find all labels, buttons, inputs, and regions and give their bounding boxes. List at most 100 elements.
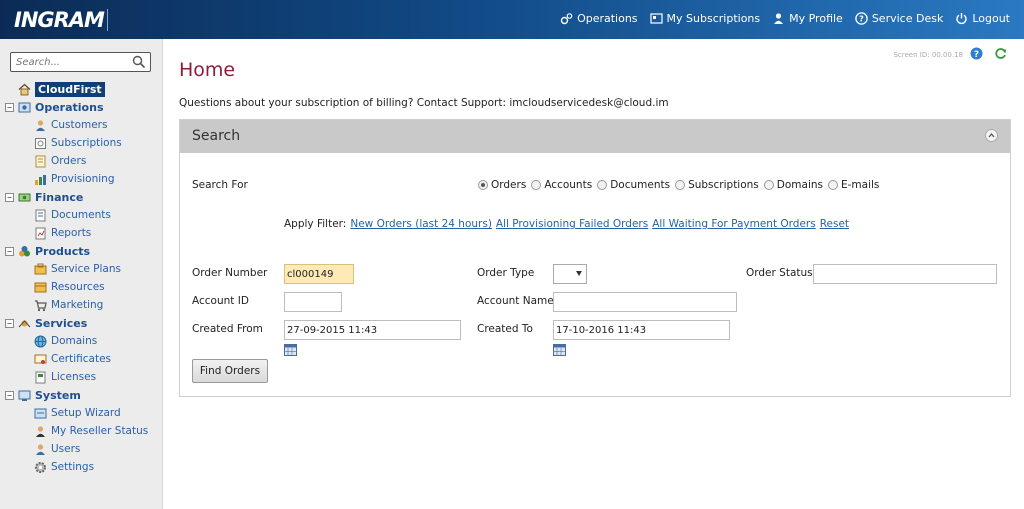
operations-gear-icon bbox=[560, 12, 573, 24]
sidebar-item-subscriptions[interactable]: Subscriptions bbox=[5, 134, 160, 152]
sidebar-item-marketing[interactable]: Marketing bbox=[5, 296, 160, 314]
radio-button[interactable] bbox=[763, 180, 774, 190]
calendar-icon[interactable] bbox=[553, 343, 566, 356]
sidebar-item-settings[interactable]: Settings bbox=[5, 458, 160, 476]
nav-service-desk[interactable]: ? Service Desk bbox=[855, 12, 943, 25]
tree-root-cloudfirst[interactable]: CloudFirst bbox=[5, 80, 160, 98]
sidebar-item-reports[interactable]: Reports bbox=[5, 224, 160, 242]
radio-emails[interactable]: E-mails bbox=[828, 179, 879, 191]
user-icon bbox=[36, 443, 45, 455]
sidebar-item-documents[interactable]: Documents bbox=[5, 206, 160, 224]
find-orders-button[interactable]: Find Orders bbox=[192, 359, 268, 383]
home-icon bbox=[18, 83, 31, 95]
order-number-input[interactable] bbox=[284, 264, 354, 284]
created-from-input[interactable] bbox=[284, 320, 461, 340]
subscription-icon bbox=[35, 137, 46, 149]
collapse-toggle-icon[interactable]: − bbox=[5, 318, 14, 328]
apply-filter-label: Apply Filter: bbox=[284, 218, 347, 230]
collapse-panel-button[interactable] bbox=[985, 129, 998, 142]
sidebar-item-my-reseller-status[interactable]: My Reseller Status bbox=[5, 422, 160, 440]
sidebar-item-label: Marketing bbox=[51, 299, 104, 311]
nav-my-profile[interactable]: My Profile bbox=[772, 12, 843, 25]
help-icon[interactable]: ? bbox=[970, 47, 983, 60]
order-status-input[interactable] bbox=[813, 264, 997, 284]
sidebar-item-label: Service Plans bbox=[51, 263, 121, 275]
sidebar-item-licenses[interactable]: Licenses bbox=[5, 368, 160, 386]
radio-button[interactable] bbox=[675, 180, 686, 190]
radio-domains[interactable]: Domains bbox=[763, 179, 823, 191]
sidebar-item-label: Provisioning bbox=[51, 173, 115, 185]
radio-button[interactable] bbox=[531, 180, 542, 190]
certificate-icon bbox=[34, 354, 47, 364]
nav-my-subscriptions[interactable]: My Subscriptions bbox=[649, 11, 761, 25]
account-name-input[interactable] bbox=[553, 292, 737, 312]
logo-text: INGRAM bbox=[14, 8, 105, 32]
screen-id: Screen ID: 00.00.18 bbox=[893, 51, 963, 59]
collapse-toggle-icon[interactable]: − bbox=[5, 192, 14, 202]
nav-my-subscriptions-label: My Subscriptions bbox=[666, 11, 761, 25]
sidebar-item-provisioning[interactable]: Provisioning bbox=[5, 170, 160, 188]
nav-operations[interactable]: Operations bbox=[560, 12, 638, 25]
operations-icon bbox=[18, 102, 31, 112]
sidebar-group-operations[interactable]: − Operations bbox=[5, 98, 160, 116]
sidebar-group-finance[interactable]: − Finance bbox=[5, 188, 160, 206]
nav-tree: CloudFirst − Operations Customers Subscr… bbox=[5, 80, 160, 476]
radio-button[interactable] bbox=[828, 180, 838, 190]
profile-icon bbox=[774, 12, 784, 24]
sidebar-group-services[interactable]: − Services bbox=[5, 314, 160, 332]
sidebar-item-label: Users bbox=[51, 443, 81, 455]
tree-root-label: CloudFirst bbox=[35, 81, 105, 97]
radio-button[interactable] bbox=[478, 180, 488, 190]
sidebar-item-customers[interactable]: Customers bbox=[5, 116, 160, 134]
sidebar-item-service-plans[interactable]: Service Plans bbox=[5, 260, 160, 278]
sidebar-item-certificates[interactable]: Certificates bbox=[5, 350, 160, 368]
wizard-icon bbox=[34, 408, 47, 418]
sidebar-group-products[interactable]: − Products bbox=[5, 242, 160, 260]
sidebar: CloudFirst − Operations Customers Subscr… bbox=[0, 39, 163, 509]
search-icon[interactable] bbox=[132, 55, 146, 69]
main-content: Screen ID: 00.00.18 ? Home Questions abo… bbox=[163, 39, 1024, 509]
document-icon bbox=[35, 209, 46, 221]
sidebar-item-resources[interactable]: Resources bbox=[5, 278, 160, 296]
search-for-options: Orders Accounts Documents Subscriptions … bbox=[478, 179, 881, 191]
filter-new-orders-link[interactable]: New Orders (last 24 hours) bbox=[350, 218, 492, 230]
radio-documents[interactable]: Documents bbox=[597, 179, 670, 191]
apply-filter-row: Apply Filter: New Orders (last 24 hours)… bbox=[284, 218, 849, 230]
sidebar-group-system[interactable]: − System bbox=[5, 386, 160, 404]
ingram-logo[interactable]: INGRAM bbox=[14, 7, 113, 33]
sidebar-item-domains[interactable]: Domains bbox=[5, 332, 160, 350]
nav-my-profile-label: My Profile bbox=[789, 11, 843, 25]
radio-subscriptions[interactable]: Subscriptions bbox=[675, 179, 759, 191]
nav-logout[interactable]: Logout bbox=[955, 12, 1010, 25]
collapse-toggle-icon[interactable]: − bbox=[5, 102, 14, 112]
radio-accounts[interactable]: Accounts bbox=[531, 179, 592, 191]
customer-icon bbox=[36, 119, 45, 131]
filter-reset-link[interactable]: Reset bbox=[820, 218, 849, 230]
sidebar-item-users[interactable]: Users bbox=[5, 440, 160, 458]
sidebar-search-input[interactable] bbox=[16, 55, 126, 69]
filter-waiting-payment-link[interactable]: All Waiting For Payment Orders bbox=[652, 218, 815, 230]
created-to-input[interactable] bbox=[553, 320, 730, 340]
support-message: Questions about your subscription of bil… bbox=[179, 97, 669, 109]
sidebar-item-orders[interactable]: Orders bbox=[5, 152, 160, 170]
sidebar-item-label: Settings bbox=[51, 461, 95, 473]
radio-label: E-mails bbox=[841, 179, 880, 191]
collapse-toggle-icon[interactable]: − bbox=[5, 390, 14, 400]
page-title: Home bbox=[179, 59, 236, 81]
sidebar-group-label: System bbox=[35, 388, 81, 402]
collapse-toggle-icon[interactable]: − bbox=[5, 246, 14, 256]
radio-button[interactable] bbox=[597, 180, 608, 190]
sidebar-item-setup-wizard[interactable]: Setup Wizard bbox=[5, 404, 160, 422]
sidebar-group-label: Services bbox=[35, 316, 88, 330]
provisioning-icon bbox=[35, 174, 46, 185]
refresh-icon[interactable] bbox=[994, 47, 1007, 60]
sidebar-item-label: My Reseller Status bbox=[51, 425, 149, 437]
sidebar-item-label: Licenses bbox=[51, 371, 97, 383]
account-id-input[interactable] bbox=[284, 292, 342, 312]
calendar-icon[interactable] bbox=[284, 343, 297, 356]
radio-label: Documents bbox=[610, 179, 671, 191]
filter-provisioning-failed-link[interactable]: All Provisioning Failed Orders bbox=[496, 218, 648, 230]
top-bar: INGRAM Operations My Subscriptions My Pr… bbox=[0, 0, 1024, 39]
radio-orders[interactable]: Orders bbox=[478, 179, 526, 191]
order-type-select[interactable] bbox=[553, 264, 587, 284]
